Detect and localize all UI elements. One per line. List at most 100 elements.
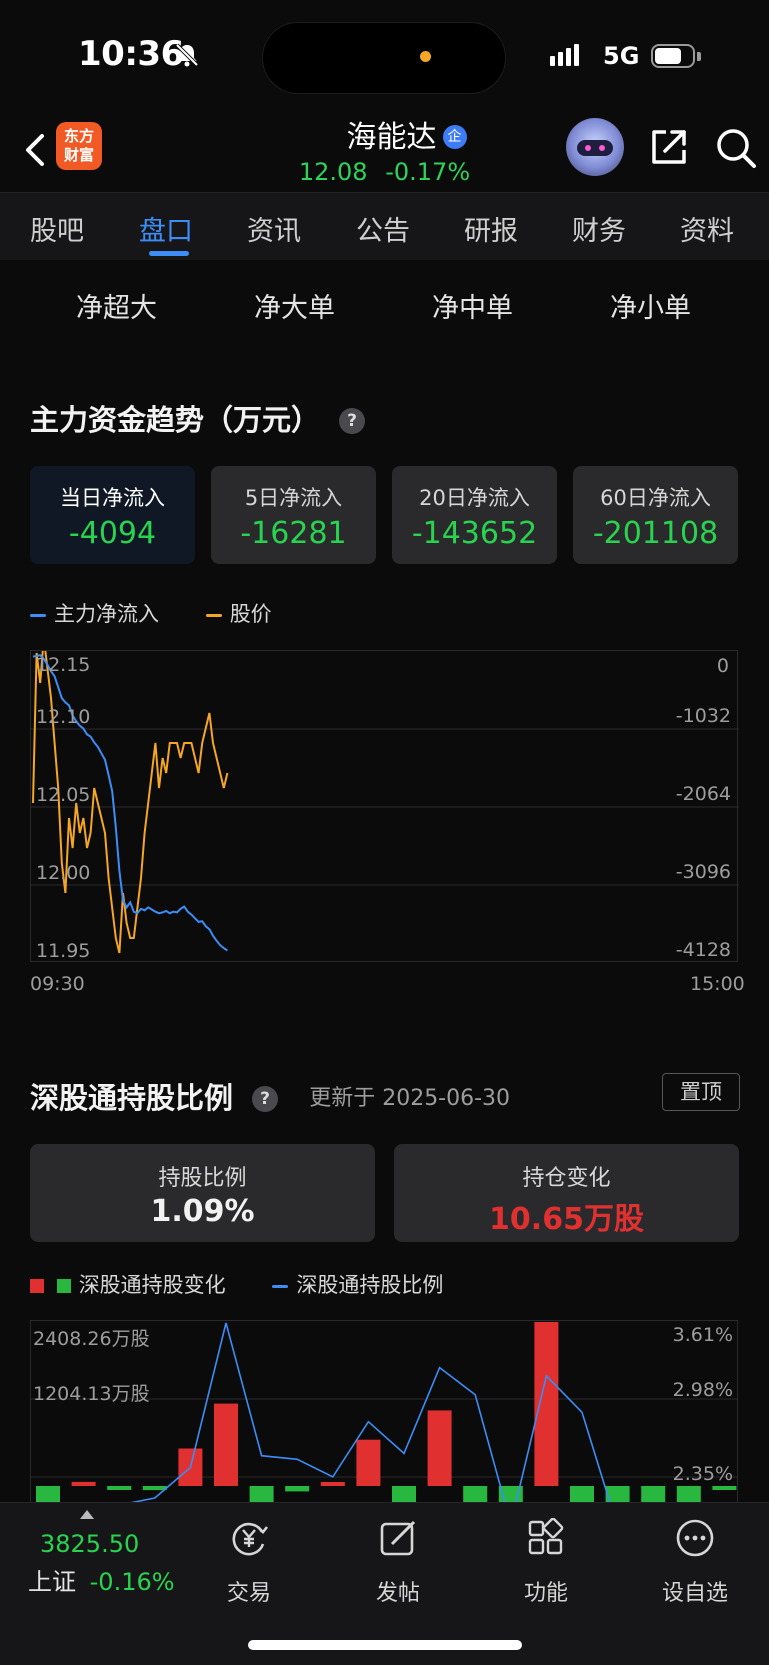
- nav-trade[interactable]: 交易: [194, 1575, 304, 1607]
- home-indicator: [248, 1640, 522, 1650]
- nav-post[interactable]: 发帖: [343, 1575, 453, 1607]
- hold-ratio-label: 持股比例: [158, 1166, 247, 1191]
- y-left-tick: 12.10: [36, 706, 91, 728]
- y-left-tick: 11.95: [36, 940, 91, 962]
- network-type: 5G: [603, 42, 640, 70]
- legend-swatch-down: [56, 1279, 71, 1293]
- x-tick-end: 15:00: [690, 973, 745, 995]
- search-icon[interactable]: [714, 126, 758, 170]
- stock-price: 12.08: [298, 158, 368, 186]
- northbound-legend: 深股通持股变化 深股通持股比例: [30, 1269, 443, 1299]
- hold-change-bar: [320, 1482, 345, 1486]
- tab-guba[interactable]: 股吧: [30, 209, 84, 248]
- legend-swatch-main: [30, 613, 46, 617]
- hold-change-bar: [142, 1486, 167, 1491]
- pin-to-top-button[interactable]: 置顶: [662, 1073, 740, 1111]
- filter-medium[interactable]: 净中单: [432, 286, 513, 325]
- hold-change-card: 持仓变化 10.65万股: [394, 1144, 739, 1242]
- tab-bar: 股吧 盘口 资讯 公告 研报 财务 资料: [0, 192, 769, 260]
- hold-change-label: 持仓变化: [522, 1166, 611, 1191]
- battery-tip: [697, 52, 701, 61]
- tab-announcements[interactable]: 公告: [356, 209, 410, 248]
- trade-icon[interactable]: [229, 1518, 269, 1558]
- fund-trend-title: 主力资金趋势（万元）: [30, 403, 321, 437]
- updated-date: 更新于 2025-06-30: [309, 1086, 511, 1111]
- enterprise-badge: 企: [442, 125, 467, 149]
- y-left-tick: 12.15: [36, 654, 91, 676]
- index-quote[interactable]: 上证 -0.16%: [28, 1562, 175, 1597]
- active-tab-indicator: [149, 251, 189, 256]
- fund-trend-header: 主力资金趋势（万元） ?: [30, 397, 366, 439]
- nav-functions[interactable]: 功能: [491, 1575, 601, 1607]
- legend-swatch-up: [30, 1279, 44, 1293]
- fund-trend-chart[interactable]: 12.15 12.10 12.05 12.00 11.95 0 -1032 -2…: [30, 637, 739, 962]
- card-label: 60日净流入: [600, 486, 711, 510]
- dynamic-island: [262, 22, 506, 94]
- nav-add-watchlist[interactable]: 设自选: [640, 1575, 750, 1607]
- hold-change-bar: [427, 1410, 452, 1486]
- stock-change-pct: -0.17%: [385, 158, 471, 186]
- recording-indicator: [420, 51, 431, 62]
- y-right-tick: -2064: [675, 783, 731, 805]
- card-60d-inflow[interactable]: 60日净流入 -201108: [573, 466, 738, 564]
- filter-small[interactable]: 净小单: [610, 286, 691, 325]
- y-right-tick: -3096: [675, 861, 731, 883]
- share-icon[interactable]: [648, 126, 690, 168]
- northbound-title: 深股通持股比例: [30, 1081, 234, 1115]
- card-20d-inflow[interactable]: 20日净流入 -143652: [392, 466, 557, 564]
- ai-assistant-avatar[interactable]: [566, 118, 624, 176]
- index-change: -0.16%: [89, 1568, 175, 1596]
- more-icon[interactable]: [675, 1518, 715, 1558]
- filter-large[interactable]: 净大单: [254, 286, 335, 325]
- signal-icon: [550, 44, 582, 66]
- post-icon[interactable]: [378, 1518, 418, 1558]
- hold-ratio-line: [47, 1322, 614, 1510]
- hold-change-bar: [712, 1486, 737, 1490]
- hold-change-value: 10.65万股: [489, 1202, 644, 1237]
- legend-price: 股价: [229, 602, 272, 626]
- card-value: -16281: [240, 516, 347, 551]
- hold-change-bar: [534, 1322, 559, 1486]
- bell-muted-icon: [175, 43, 199, 67]
- x-tick-start: 09:30: [30, 973, 85, 995]
- legend-hold-ratio: 深股通持股比例: [296, 1273, 444, 1297]
- tab-profile[interactable]: 资料: [680, 209, 734, 248]
- y-left-tick: 2408.26万股: [33, 1328, 150, 1350]
- status-time: 10:36: [78, 34, 184, 74]
- card-5d-inflow[interactable]: 5日净流入 -16281: [211, 466, 376, 564]
- hold-change-bar: [107, 1486, 132, 1490]
- northbound-header: 深股通持股比例 ? 更新于 2025-06-30: [30, 1075, 510, 1117]
- hold-change-bar: [285, 1486, 310, 1492]
- hold-change-bar: [356, 1439, 381, 1486]
- fund-trend-plot: [31, 637, 739, 954]
- legend-hold-change: 深股通持股变化: [78, 1273, 226, 1297]
- fund-trend-legend: 主力净流入 股价: [30, 598, 272, 628]
- card-label: 5日净流入: [244, 486, 343, 510]
- index-value[interactable]: 3825.50: [40, 1530, 139, 1558]
- northbound-help-icon[interactable]: ?: [252, 1086, 279, 1112]
- tab-finance[interactable]: 财务: [572, 209, 626, 248]
- hold-ratio-card: 持股比例 1.09%: [30, 1144, 375, 1242]
- card-value: -201108: [592, 516, 719, 551]
- card-value: -143652: [411, 516, 538, 551]
- tab-news[interactable]: 资讯: [247, 209, 301, 248]
- filter-super-large[interactable]: 净超大: [76, 286, 157, 325]
- stock-name: 海能达: [346, 120, 437, 155]
- functions-grid-icon[interactable]: [526, 1518, 566, 1558]
- legend-main-inflow: 主力净流入: [54, 602, 159, 626]
- fund-trend-help-icon[interactable]: ?: [339, 408, 366, 434]
- card-value: -4094: [68, 516, 157, 551]
- y-right-tick: 3.61%: [672, 1324, 733, 1346]
- legend-swatch-line: [272, 1284, 289, 1288]
- index-name: 上证: [28, 1568, 76, 1596]
- y-right-tick: -1032: [675, 705, 731, 727]
- battery-icon: [651, 44, 695, 68]
- card-today-inflow[interactable]: 当日净流入 -4094: [30, 466, 195, 564]
- legend-swatch-price: [205, 613, 222, 617]
- card-label: 20日净流入: [419, 486, 530, 510]
- expand-up-icon[interactable]: [80, 1510, 94, 1519]
- tab-research[interactable]: 研报: [464, 209, 518, 248]
- y-left-tick: 1204.13万股: [33, 1383, 150, 1405]
- northbound-chart[interactable]: 2408.26万股 1204.13万股 3.61% 2.98% 2.35%: [30, 1320, 738, 1510]
- tab-pankou[interactable]: 盘口: [139, 209, 193, 248]
